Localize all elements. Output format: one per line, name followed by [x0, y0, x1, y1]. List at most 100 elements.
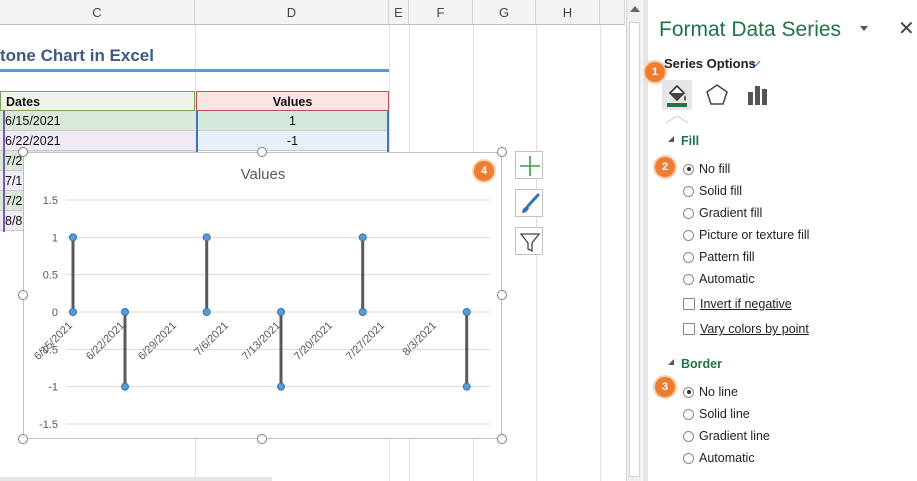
collapse-triangle-icon[interactable] [668, 359, 674, 365]
fill-radio-no-fill[interactable]: No fill [683, 160, 730, 178]
chart-area[interactable]: Values 1.5 1 0.5 0 -0.5 -1 -1.5 6/15/2021 6/22/20… [23, 152, 502, 439]
border-radio-automatic[interactable]: Automatic [683, 449, 755, 467]
column-header-h[interactable]: H [536, 0, 600, 25]
radio-button[interactable] [683, 452, 694, 464]
date-cell[interactable]: 6/22/2021 [0, 131, 195, 151]
y-tick-label: -1 [48, 382, 58, 394]
fill-line-tab[interactable] [662, 80, 692, 110]
radio-label: Gradient line [699, 429, 770, 443]
series-options-tab[interactable] [742, 80, 772, 110]
effects-tab[interactable] [702, 80, 732, 110]
y-tick-label: 1.5 [43, 195, 58, 207]
radio-button[interactable] [683, 185, 694, 197]
dates-header-cell[interactable]: Dates [0, 91, 195, 111]
x-tick-label: 8/3/2021 [400, 320, 439, 359]
data-point-marker [121, 308, 129, 316]
radio-label: Picture or texture fill [699, 228, 810, 242]
x-tick-label: 7/6/2021 [192, 320, 231, 359]
fill-radio-pattern-fill[interactable]: Pattern fill [683, 248, 755, 266]
values-header-cell[interactable]: Values [196, 91, 389, 111]
resize-handle-tl[interactable] [18, 147, 28, 157]
horizontal-scrollbar[interactable] [0, 477, 272, 481]
resize-handle-tc[interactable] [257, 147, 267, 157]
data-point-marker [358, 233, 367, 242]
resize-handle-bc[interactable] [257, 434, 267, 444]
chart-plot[interactable]: Values1.510.50-0.5-1-1.56/15/2021 6/22/20… [24, 153, 503, 440]
vary-label: Vary colors by point [700, 322, 809, 336]
fill-radio-gradient-fill[interactable]: Gradient fill [683, 204, 762, 222]
data-point-marker [277, 308, 285, 316]
data-point-marker [202, 233, 211, 242]
bar-chart-icon [748, 86, 767, 105]
paintbrush-icon [522, 193, 540, 213]
y-tick-label: 0.5 [43, 270, 58, 282]
fill-radio-solid-fill[interactable]: Solid fill [683, 182, 742, 200]
column-header-blank [600, 0, 625, 25]
resize-handle-tr[interactable] [497, 147, 507, 157]
column-header-c[interactable]: C [0, 0, 195, 25]
checkbox-box[interactable] [683, 298, 695, 310]
title-underline [0, 69, 389, 72]
x-tick-label: 6/22/2021 [84, 320, 127, 363]
radio-button[interactable] [683, 430, 694, 442]
border-radio-no-line[interactable]: No line [683, 383, 738, 401]
column-header-e[interactable]: E [389, 0, 409, 25]
step-badge-1: 1 [645, 62, 665, 82]
radio-button[interactable] [683, 408, 694, 420]
border-section-header[interactable]: Border [681, 357, 722, 371]
radio-button[interactable] [683, 229, 694, 241]
collapse-triangle-icon[interactable] [668, 136, 674, 142]
border-radio-gradient-line[interactable]: Gradient line [683, 427, 770, 445]
column-header-d[interactable]: D [195, 0, 389, 25]
chart-filters-button[interactable] [515, 227, 543, 255]
y-tick-label: 0 [52, 307, 58, 319]
radio-label: Solid fill [699, 184, 743, 198]
fill-section-header[interactable]: Fill [681, 134, 699, 148]
radio-button[interactable] [683, 163, 694, 175]
column-header-g[interactable]: G [473, 0, 536, 25]
chart-styles-button[interactable] [515, 189, 543, 217]
plus-icon [520, 156, 540, 176]
chart-elements-button[interactable] [515, 151, 543, 179]
invert-label: Invert if negative [700, 297, 792, 311]
invert-if-negative-checkbox[interactable]: Invert if negative [683, 295, 792, 313]
x-tick-label: 6/29/2021 [136, 320, 179, 363]
chart-title: Values [241, 166, 286, 183]
values-range-highlight [196, 110, 389, 152]
radio-label: Automatic [699, 451, 755, 465]
sheet-title: tone Chart in Excel [0, 46, 154, 65]
radio-label: Automatic [699, 272, 755, 286]
data-point-marker [277, 382, 285, 391]
funnel-icon [519, 233, 541, 253]
fill-radio-picture-or-texture-fill[interactable]: Picture or texture fill [683, 226, 809, 244]
scroll-up-arrow-icon[interactable] [630, 6, 640, 12]
radio-button[interactable] [683, 251, 694, 263]
radio-label: No fill [699, 162, 731, 176]
pane-options-dropdown-icon[interactable] [860, 26, 868, 31]
data-point-marker [202, 308, 211, 316]
radio-button[interactable] [683, 273, 694, 285]
y-tick-label: 1 [52, 232, 58, 244]
checkbox-box[interactable] [683, 323, 695, 335]
y-tick-label: -1.5 [39, 419, 58, 431]
radio-button[interactable] [683, 386, 694, 398]
fill-radio-automatic[interactable]: Automatic [683, 270, 755, 288]
worksheet[interactable]: CDEFGH tone Chart in Excel Dates Values … [0, 0, 625, 481]
vary-colors-checkbox[interactable]: Vary colors by point [683, 320, 809, 338]
resize-handle-bl[interactable] [18, 434, 28, 444]
date-cell[interactable]: 6/15/2021 [0, 111, 195, 131]
radio-button[interactable] [683, 207, 694, 219]
column-header-f[interactable]: F [409, 0, 473, 25]
vertical-scrollbar[interactable] [626, 0, 642, 481]
data-point-marker [462, 308, 471, 316]
border-radio-solid-line[interactable]: Solid line [683, 405, 750, 423]
data-point-marker [69, 308, 77, 316]
resize-handle-br[interactable] [497, 434, 507, 444]
series-options-dropdown[interactable]: Series Options [664, 56, 756, 71]
paint-bucket-icon [667, 84, 687, 107]
scroll-thumb[interactable] [629, 22, 640, 477]
radio-label: Gradient fill [699, 206, 763, 220]
resize-handle-mr[interactable] [497, 290, 507, 300]
close-icon[interactable]: ✕ [898, 16, 915, 41]
resize-handle-ml[interactable] [18, 290, 28, 300]
